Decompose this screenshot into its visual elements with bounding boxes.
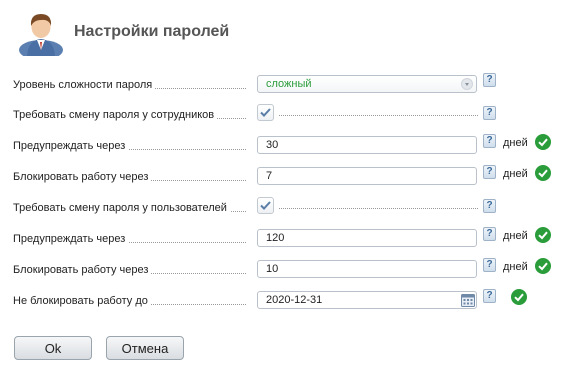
complexity-value: сложный [266, 78, 312, 90]
row-staff-warn: Предупреждать через 30 ? дней [13, 134, 558, 158]
checkmark-icon [260, 108, 271, 117]
check-circle-icon [535, 134, 551, 150]
row-staff-block: Блокировать работу через 7 ? дней [13, 165, 558, 189]
help-icon[interactable]: ? [483, 165, 496, 179]
ok-button[interactable]: Ok [14, 336, 92, 360]
check-circle-icon [535, 227, 551, 243]
check-circle-icon [535, 165, 551, 181]
help-icon[interactable]: ? [483, 199, 496, 213]
users-block-input[interactable]: 10 [257, 260, 477, 278]
user-avatar-icon [19, 14, 63, 56]
users-require-change-checkbox[interactable] [257, 197, 274, 214]
complexity-select[interactable]: сложный [257, 75, 477, 93]
no-block-until-value: 2020-12-31 [266, 294, 323, 306]
help-icon[interactable]: ? [483, 289, 496, 303]
divider [279, 115, 478, 116]
staff-block-input[interactable]: 7 [257, 167, 477, 185]
staff-block-unit: дней [503, 168, 528, 180]
row-users-require-change: Требовать смену пароля у пользователей ? [13, 197, 558, 220]
help-icon[interactable]: ? [483, 73, 496, 87]
no-block-until-label: Не блокировать работу до [13, 295, 246, 307]
check-circle-icon [535, 258, 551, 274]
users-warn-unit: дней [503, 230, 528, 242]
help-icon[interactable]: ? [483, 106, 496, 120]
users-warn-label: Предупреждать через [13, 233, 246, 245]
row-no-block-until: Не блокировать работу до 2020-12-31 ? [13, 289, 558, 313]
row-users-warn: Предупреждать через 120 ? дней [13, 227, 558, 251]
checkmark-icon [260, 201, 271, 210]
help-icon[interactable]: ? [483, 134, 496, 148]
staff-warn-unit: дней [503, 137, 528, 149]
check-circle-icon [511, 289, 527, 305]
users-warn-input[interactable]: 120 [257, 229, 477, 247]
staff-require-change-checkbox[interactable] [257, 104, 274, 121]
staff-warn-input[interactable]: 30 [257, 136, 477, 154]
users-require-change-label: Требовать смену пароля у пользователей [13, 202, 246, 214]
staff-require-change-label: Требовать смену пароля у сотрудников [13, 109, 246, 121]
page-title: Настройки паролей [74, 23, 230, 40]
cancel-button[interactable]: Отмена [106, 336, 184, 360]
row-complexity: Уровень сложности пароля сложный ? [13, 73, 558, 97]
staff-block-label: Блокировать работу через [13, 171, 246, 183]
help-icon[interactable]: ? [483, 258, 496, 272]
users-block-unit: дней [503, 261, 528, 273]
complexity-label: Уровень сложности пароля [13, 79, 246, 91]
help-icon[interactable]: ? [483, 227, 496, 241]
users-block-label: Блокировать работу через [13, 264, 246, 276]
chevron-down-icon [461, 78, 473, 90]
staff-warn-label: Предупреждать через [13, 140, 246, 152]
row-staff-require-change: Требовать смену пароля у сотрудников ? [13, 104, 558, 127]
divider [279, 208, 478, 209]
row-users-block: Блокировать работу через 10 ? дней [13, 258, 558, 282]
no-block-until-date-input[interactable]: 2020-12-31 [257, 291, 477, 309]
calendar-icon[interactable] [461, 293, 475, 307]
